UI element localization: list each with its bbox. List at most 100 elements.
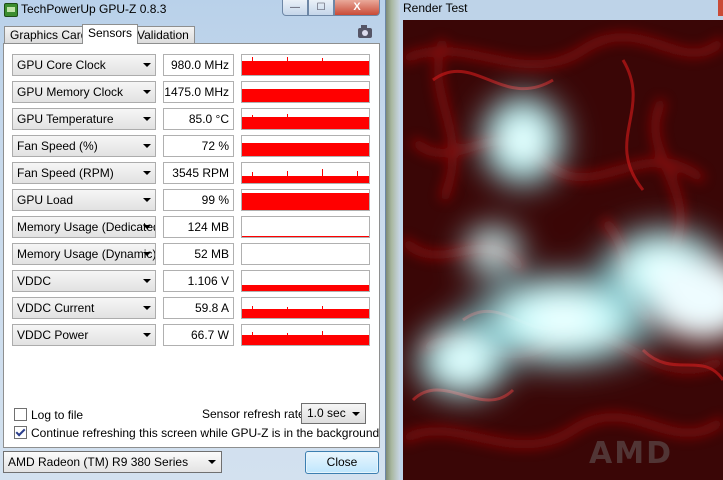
sensor-name-select[interactable]: GPU Temperature: [12, 108, 156, 130]
tab-sensors[interactable]: Sensors: [82, 24, 139, 44]
sensor-graph-fill: [242, 236, 369, 237]
refresh-rate-select[interactable]: 1.0 sec: [301, 403, 366, 424]
sensor-name-select[interactable]: Fan Speed (RPM): [12, 162, 156, 184]
sensor-name-select[interactable]: VDDC Current: [12, 297, 156, 319]
sensor-value: 72 %: [163, 135, 234, 157]
sensor-name: VDDC: [17, 274, 52, 288]
sensor-row: Fan Speed (RPM) 3545 RPM: [12, 162, 370, 184]
render-canvas: [403, 20, 723, 480]
chevron-down-icon: [143, 90, 151, 94]
sensor-graph-spike: [322, 169, 323, 183]
sensor-graph: [241, 216, 370, 238]
sensor-graph-fill: [242, 116, 369, 129]
chevron-down-icon: [143, 117, 151, 121]
sensor-graph: [241, 162, 370, 184]
sensor-name-select[interactable]: GPU Load: [12, 189, 156, 211]
sensor-value: 52 MB: [163, 243, 234, 265]
sensor-value: 124 MB: [163, 216, 234, 238]
chevron-down-icon: [143, 144, 151, 148]
sensor-graph: [241, 297, 370, 319]
render-test-window: Render Test: [386, 0, 723, 480]
sensor-graph-spike: [287, 57, 288, 75]
chevron-down-icon: [143, 171, 151, 175]
sensor-row: VDDC Power 66.7 W: [12, 324, 370, 346]
sensor-name-select[interactable]: GPU Memory Clock: [12, 81, 156, 103]
tab-graphics-card[interactable]: Graphics Card: [4, 26, 94, 43]
window-border: [386, 0, 400, 480]
sensor-graph: [241, 108, 370, 130]
sensor-graph-spike: [322, 57, 323, 75]
sensor-graph: [241, 243, 370, 265]
sensor-name: GPU Core Clock: [17, 58, 106, 72]
close-window-button[interactable]: X: [334, 0, 380, 16]
sensor-value: 1.106 V: [163, 270, 234, 292]
sensor-name-select[interactable]: Memory Usage (Dynamic): [12, 243, 156, 265]
sensor-graph-fill: [242, 193, 369, 210]
sensor-graph: [241, 54, 370, 76]
sensor-row: Memory Usage (Dynamic) 52 MB: [12, 243, 370, 265]
sensor-name: GPU Temperature: [17, 112, 114, 126]
chevron-down-icon: [143, 198, 151, 202]
sensor-name: Fan Speed (%): [17, 139, 98, 153]
log-to-file-label: Log to file: [31, 408, 84, 422]
chevron-down-icon: [143, 306, 151, 310]
chevron-down-icon: [143, 63, 151, 67]
minimize-button[interactable]: —: [282, 0, 308, 16]
sensor-name: VDDC Current: [17, 301, 95, 315]
sensor-graph-fill: [242, 89, 369, 102]
chevron-down-icon: [143, 279, 151, 283]
maximize-button[interactable]: ☐: [308, 0, 334, 16]
close-button[interactable]: Close: [305, 451, 379, 474]
sensor-graph-spike: [287, 171, 288, 183]
sensor-graph-spike: [322, 331, 323, 345]
sensor-value: 85.0 °C: [163, 108, 234, 130]
sensor-row: GPU Memory Clock 1475.0 MHz: [12, 81, 370, 103]
chevron-down-icon: [143, 333, 151, 337]
sensor-graph-spike: [357, 171, 358, 183]
sensor-row: Memory Usage (Dedicated) 124 MB: [12, 216, 370, 238]
continue-refreshing-checkbox[interactable]: Continue refreshing this screen while GP…: [14, 426, 379, 442]
sensor-graph-spike: [287, 333, 288, 345]
sensor-graph-fill: [242, 61, 369, 75]
render-close-button[interactable]: [718, 0, 723, 16]
sensor-name-select[interactable]: Memory Usage (Dedicated): [12, 216, 156, 238]
sensor-graph-spike: [252, 332, 253, 345]
continue-refreshing-label: Continue refreshing this screen while GP…: [31, 426, 380, 440]
sensor-graph-fill: [242, 143, 369, 156]
sensor-graph-spike: [252, 114, 253, 129]
sensor-graph-fill: [242, 176, 369, 183]
log-to-file-checkbox[interactable]: Log to file: [14, 408, 83, 424]
sensor-name-select[interactable]: GPU Core Clock: [12, 54, 156, 76]
sensor-value: 980.0 MHz: [163, 54, 234, 76]
gpu-select[interactable]: AMD Radeon (TM) R9 380 Series: [3, 451, 222, 473]
render-scene: [403, 20, 723, 480]
camera-icon[interactable]: [358, 25, 372, 38]
refresh-rate-label: Sensor refresh rate:: [202, 407, 309, 421]
sensor-graph: [241, 324, 370, 346]
sensor-row: GPU Core Clock 980.0 MHz: [12, 54, 370, 76]
amd-watermark: AMD: [589, 436, 673, 471]
refresh-rate-value: 1.0 sec: [307, 406, 346, 420]
gpuz-window: TechPowerUp GPU-Z 0.8.3 — ☐ X Graphics C…: [0, 0, 386, 480]
sensors-panel: GPU Core Clock 980.0 MHz GPU Memory Clock 1…: [3, 43, 380, 448]
gpuz-app-icon: [4, 3, 18, 17]
sensor-row: GPU Load 99 %: [12, 189, 370, 211]
sensor-value: 1475.0 MHz: [163, 81, 234, 103]
sensor-value: 66.7 W: [163, 324, 234, 346]
sensor-graph: [241, 270, 370, 292]
gpu-select-value: AMD Radeon (TM) R9 380 Series: [8, 455, 189, 469]
tab-validation[interactable]: Validation: [131, 26, 195, 43]
sensor-row: VDDC Current 59.8 A: [12, 297, 370, 319]
sensor-graph-fill: [242, 335, 369, 345]
continue-refreshing-box[interactable]: [14, 426, 27, 439]
log-to-file-box[interactable]: [14, 408, 27, 421]
sensor-name-select[interactable]: VDDC: [12, 270, 156, 292]
sensor-row: VDDC 1.106 V: [12, 270, 370, 292]
sensor-name-select[interactable]: VDDC Power: [12, 324, 156, 346]
gpuz-title-bar[interactable]: TechPowerUp GPU-Z 0.8.3 — ☐ X: [0, 0, 386, 20]
sensor-graph: [241, 81, 370, 103]
sensor-name-select[interactable]: Fan Speed (%): [12, 135, 156, 157]
sensor-graph-fill: [242, 285, 369, 291]
chevron-down-icon: [208, 460, 216, 464]
sensor-graph-spike: [287, 114, 288, 129]
